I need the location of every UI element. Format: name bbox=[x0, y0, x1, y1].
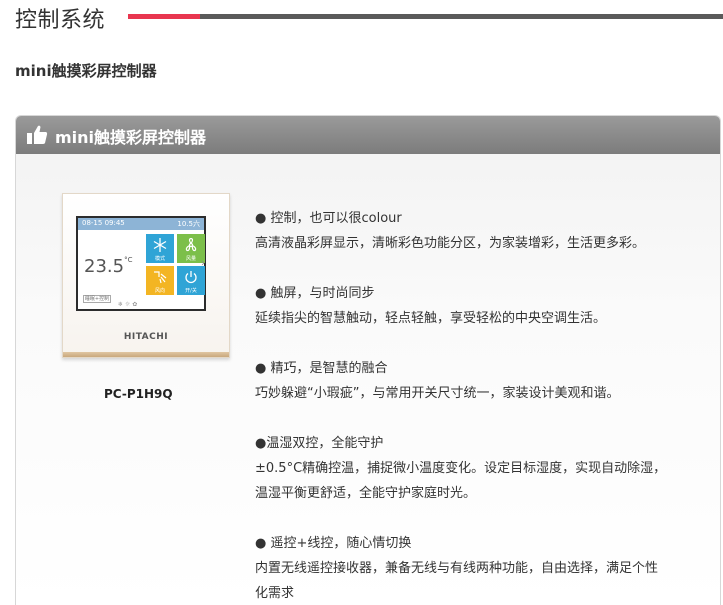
screen-time: 08-15 09:45 bbox=[82, 219, 125, 227]
feature-item: ● 精巧，是智慧的融合 巧妙躲避“小瑕疵”，与常用开关尺寸统一，家装设计美观和谐… bbox=[255, 356, 705, 406]
device-base bbox=[63, 352, 229, 357]
snowflake-icon bbox=[153, 238, 167, 252]
feature-item: ● 触屏，与时尚同步 延续指尖的智慧触动，轻点轻触，享受轻松的中央空调生活。 bbox=[255, 281, 705, 331]
feature-title: ● 触屏，与时尚同步 bbox=[255, 286, 375, 301]
tile-swing: 风向 bbox=[146, 266, 174, 295]
feature-description: 延续指尖的智慧触动，轻点轻触，享受轻松的中央空调生活。 bbox=[255, 311, 607, 326]
feature-description: 巧妙躲避“小瑕疵”，与常用开关尺寸统一，家装设计美观和谐。 bbox=[255, 386, 620, 401]
screen-date: 10.5六 bbox=[177, 220, 200, 228]
feature-title: ●温湿双控，全能守护 bbox=[255, 436, 384, 451]
device-brand: HITACHI bbox=[123, 332, 169, 342]
feature-description: ±0.5°C精确控温，捕捉微小温度变化。设定目标湿度，实现自动除湿， bbox=[255, 461, 667, 476]
panel-title: mini触摸彩屏控制器 bbox=[55, 128, 207, 147]
power-icon bbox=[185, 271, 197, 284]
section-subtitle: mini触摸彩屏控制器 bbox=[15, 62, 157, 80]
feature-title: ● 遥控+线控，随心情切换 bbox=[255, 536, 412, 551]
chevron-right-icon: › bbox=[201, 258, 205, 269]
feature-item: ● 控制，也可以很colour 高清液晶彩屏显示，清晰彩色功能分区，为家装增彩，… bbox=[255, 206, 705, 256]
screen-status-bar: 08-15 09:45 10.5六 bbox=[78, 218, 204, 230]
thumbs-up-icon bbox=[27, 125, 48, 144]
tile-mode: 模式 bbox=[146, 234, 174, 263]
screen-status-icons: ❄ ☼ ✿ bbox=[118, 301, 138, 308]
title-divider-bar bbox=[200, 14, 723, 19]
feature-description: 内置无线遥控接收器，兼备无线与有线两种功能，自由选择，满足个性 bbox=[255, 561, 659, 576]
panel-header: mini触摸彩屏控制器 bbox=[16, 116, 720, 154]
screen-temperature: 23.5°C bbox=[84, 256, 133, 277]
feature-item: ●温湿双控，全能守护 ±0.5°C精确控温，捕捉微小温度变化。设定目标湿度，实现… bbox=[255, 431, 705, 506]
feature-description: 温湿平衡更舒适，全能守护家庭时光。 bbox=[255, 486, 477, 501]
product-panel: mini触摸彩屏控制器 08-15 09:45 10.5六 23.5°C 睡眠+… bbox=[15, 115, 721, 605]
feature-description: 高清液晶彩屏显示，清晰彩色功能分区，为家装增彩，生活更多彩。 bbox=[255, 236, 646, 251]
feature-description: 化需求 bbox=[255, 586, 295, 601]
tile-power: 开/关 bbox=[177, 266, 205, 295]
feature-title: ● 精巧，是智慧的融合 bbox=[255, 361, 388, 376]
title-accent-bar bbox=[128, 14, 200, 19]
page-header: 控制系统 bbox=[0, 0, 723, 40]
page-title: 控制系统 bbox=[15, 8, 106, 33]
feature-item: ● 遥控+线控，随心情切换 内置无线遥控接收器，兼备无线与有线两种功能，自由选择… bbox=[255, 531, 705, 605]
device-screen: 08-15 09:45 10.5六 23.5°C 睡眠+控制 模式 风量 风向 … bbox=[76, 216, 206, 311]
screen-mode-label: 睡眠+控制 bbox=[83, 295, 111, 303]
product-model: PC-P1H9Q bbox=[104, 387, 173, 401]
fan-icon bbox=[185, 238, 197, 252]
swing-icon bbox=[154, 271, 167, 284]
product-image: 08-15 09:45 10.5六 23.5°C 睡眠+控制 模式 风量 风向 … bbox=[62, 193, 230, 358]
feature-title: ● 控制，也可以很colour bbox=[255, 211, 402, 226]
